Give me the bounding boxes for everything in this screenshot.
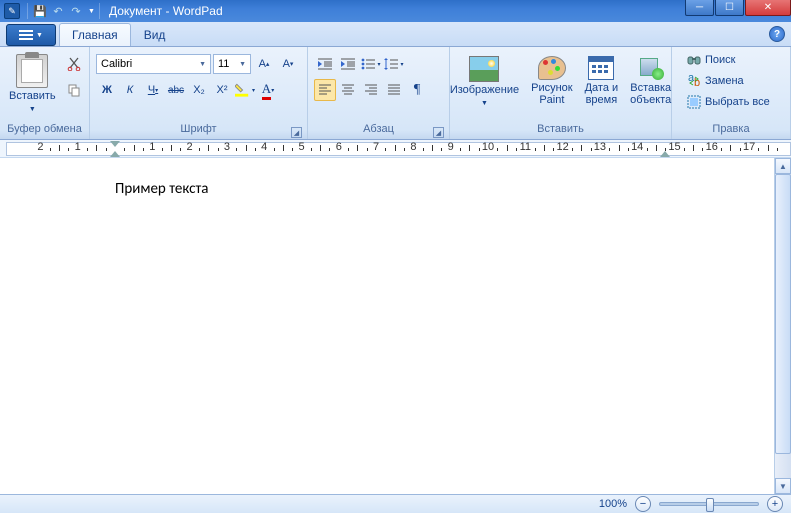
replace-button[interactable]: ab Замена [682, 72, 775, 90]
picture-icon [469, 56, 499, 82]
window-controls: ─ ☐ ✕ [685, 0, 791, 16]
group-label-clipboard: Буфер обмена [4, 123, 85, 139]
font-color-button[interactable]: A ▾ [257, 79, 279, 101]
paste-label: Вставить [9, 90, 56, 102]
tab-home[interactable]: Главная [59, 23, 131, 46]
tab-view[interactable]: Вид [131, 23, 179, 46]
highlight-button[interactable]: ▾ [234, 79, 256, 101]
replace-icon: ab [687, 74, 701, 88]
group-font: Calibri▼ 11▼ A▴ A▾ Ж К Ч ▾ abc X₂ X² ▾ A… [90, 47, 308, 139]
decrease-indent-button[interactable] [314, 53, 336, 75]
paragraph-button[interactable]: ¶ [406, 79, 428, 101]
first-line-indent-marker[interactable] [110, 141, 120, 147]
bold-button[interactable]: Ж [96, 79, 118, 101]
font-size-select[interactable]: 11▼ [213, 54, 251, 74]
select-all-label: Выбрать все [705, 96, 770, 108]
scroll-thumb[interactable] [775, 174, 791, 454]
right-indent-marker[interactable] [660, 151, 670, 157]
copy-button[interactable] [63, 79, 85, 101]
qat-dropdown[interactable]: ▼ [88, 8, 95, 15]
wordpad-icon[interactable]: ✎ [4, 3, 20, 19]
underline-button[interactable]: Ч ▾ [142, 79, 164, 101]
insert-datetime-label: Дата и время [585, 82, 619, 106]
paste-icon [16, 54, 48, 88]
insert-object-button[interactable]: Вставка объекта [625, 53, 676, 109]
superscript-button[interactable]: X² [211, 79, 233, 101]
chevron-down-icon: ▼ [36, 32, 43, 39]
zoom-in-button[interactable]: + [767, 496, 783, 512]
zoom-value: 100% [599, 498, 627, 510]
group-paragraph: ▾ ▾ ¶ Абзац ◢ [308, 47, 450, 139]
window-title: Документ - WordPad [109, 4, 223, 18]
hanging-indent-marker[interactable] [110, 151, 120, 157]
paragraph-dialog-launcher[interactable]: ◢ [433, 127, 444, 138]
find-button[interactable]: Поиск [682, 51, 775, 69]
paint-icon [538, 56, 566, 80]
zoom-slider-thumb[interactable] [706, 498, 714, 512]
increase-indent-button[interactable] [337, 53, 359, 75]
close-button[interactable]: ✕ [745, 0, 791, 16]
insert-paint-label: Рисунок Paint [531, 82, 573, 106]
align-justify-button[interactable] [383, 79, 405, 101]
quick-access-toolbar: 💾 ↶ ↷ ▼ [27, 3, 100, 19]
line-spacing-button[interactable]: ▾ [383, 53, 405, 75]
zoom-slider[interactable] [659, 502, 759, 506]
insert-datetime-button[interactable]: Дата и время [580, 53, 624, 109]
save-icon[interactable]: 💾 [32, 3, 48, 19]
paste-button[interactable]: Вставить▼ [4, 51, 61, 119]
group-clipboard: Вставить▼ Буфер обмена [0, 47, 90, 139]
calendar-icon [588, 56, 614, 80]
bullet-list-button[interactable]: ▾ [360, 53, 382, 75]
menu-icon [19, 34, 33, 36]
cut-button[interactable] [63, 53, 85, 75]
font-size-value: 11 [218, 58, 229, 70]
group-insert: Изображение▼ Рисунок Paint Дата и время … [450, 47, 672, 139]
replace-label: Замена [705, 75, 744, 87]
object-icon [638, 56, 664, 80]
ribbon: Вставить▼ Буфер обмена Calibri▼ 11▼ A▴ A… [0, 47, 791, 140]
scroll-up-button[interactable]: ▲ [775, 158, 791, 174]
vertical-scrollbar[interactable]: ▲ ▼ [774, 158, 791, 494]
strike-button[interactable]: abc [165, 79, 187, 101]
group-label-font: Шрифт [180, 123, 216, 135]
scroll-down-button[interactable]: ▼ [775, 478, 791, 494]
maximize-button[interactable]: ☐ [715, 0, 744, 16]
titlebar: ✎ 💾 ↶ ↷ ▼ Документ - WordPad ─ ☐ ✕ [0, 0, 791, 22]
undo-icon[interactable]: ↶ [50, 3, 66, 19]
file-menu-button[interactable]: ▼ [6, 24, 56, 46]
align-right-button[interactable] [360, 79, 382, 101]
ruler[interactable]: 211234567891011121314151617 [0, 140, 791, 158]
binoculars-icon [687, 53, 701, 67]
select-all-button[interactable]: Выбрать все [682, 93, 775, 111]
subscript-button[interactable]: X₂ [188, 79, 210, 101]
insert-picture-label: Изображение [450, 84, 519, 96]
status-bar: 100% − + [0, 494, 791, 513]
group-label-paragraph: Абзац [363, 123, 394, 135]
font-name-value: Calibri [101, 58, 132, 70]
help-button[interactable]: ? [769, 26, 785, 42]
group-editing: Поиск ab Замена Выбрать все Правка [672, 47, 791, 139]
document-text[interactable]: Пример текста [0, 158, 791, 198]
font-name-select[interactable]: Calibri▼ [96, 54, 211, 74]
select-all-icon [687, 95, 701, 109]
group-label-editing: Правка [676, 123, 786, 139]
italic-button[interactable]: К [119, 79, 141, 101]
find-label: Поиск [705, 54, 735, 66]
group-label-insert: Вставить [454, 123, 667, 139]
align-left-button[interactable] [314, 79, 336, 101]
document-area[interactable]: Пример текста [0, 158, 791, 494]
font-dialog-launcher[interactable]: ◢ [291, 127, 302, 138]
insert-picture-button[interactable]: Изображение▼ [445, 53, 524, 113]
insert-object-label: Вставка объекта [630, 82, 671, 106]
ribbon-tabs: ▼ Главная Вид ? [0, 22, 791, 47]
insert-paint-button[interactable]: Рисунок Paint [526, 53, 578, 109]
redo-icon[interactable]: ↷ [68, 3, 84, 19]
minimize-button[interactable]: ─ [685, 0, 714, 16]
align-center-button[interactable] [337, 79, 359, 101]
shrink-font-button[interactable]: A▾ [277, 53, 299, 75]
grow-font-button[interactable]: A▴ [253, 53, 275, 75]
zoom-out-button[interactable]: − [635, 496, 651, 512]
